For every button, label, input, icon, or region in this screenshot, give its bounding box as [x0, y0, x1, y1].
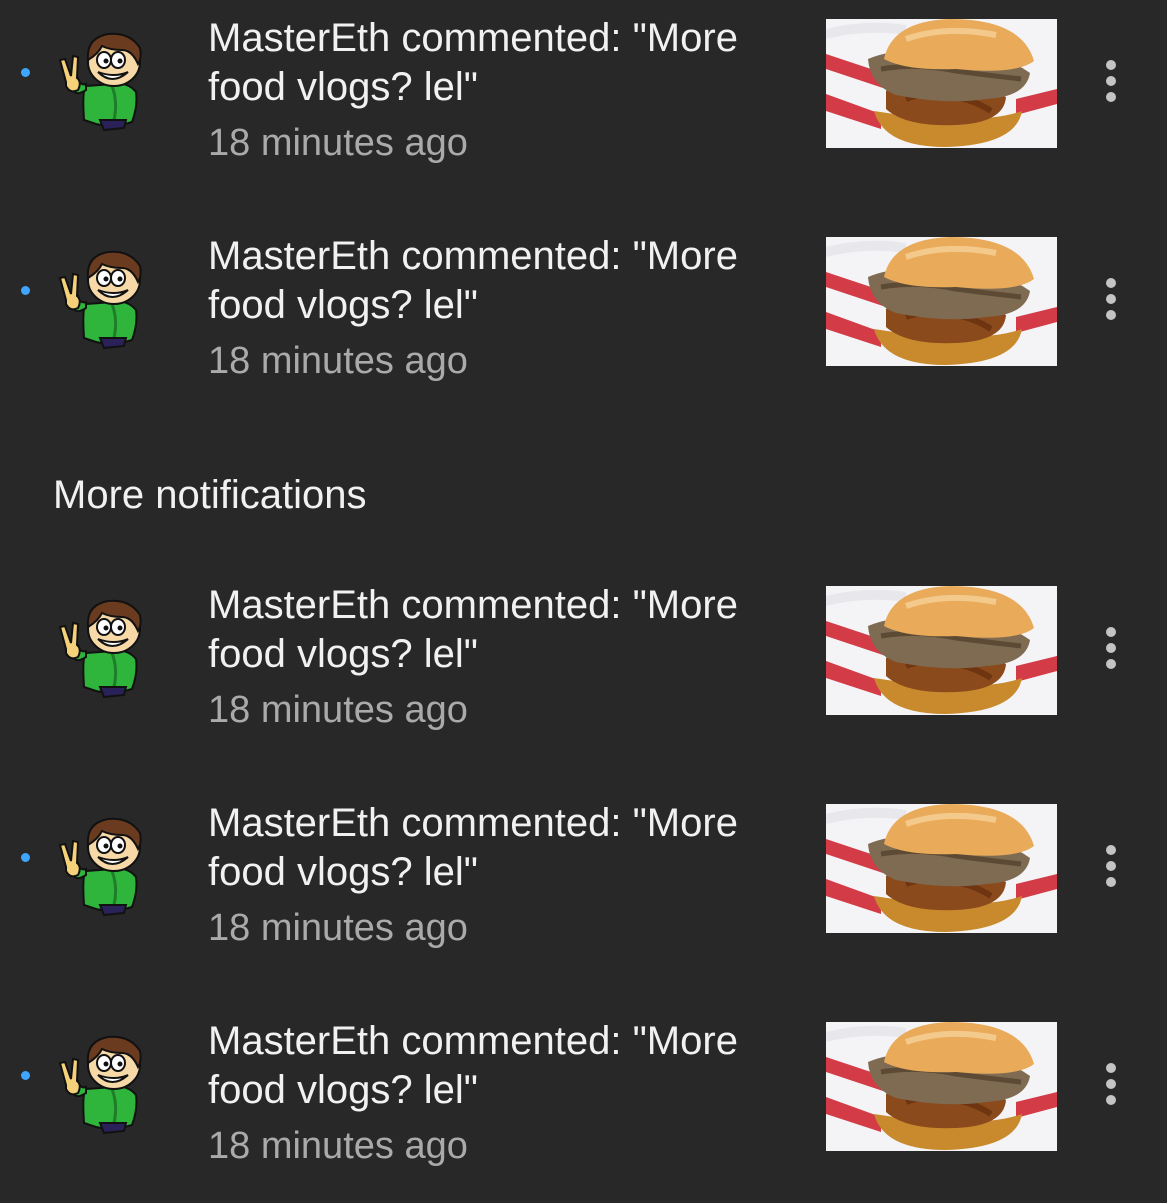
- notification-text: MasterEth commented: "More food vlogs? l…: [208, 232, 808, 384]
- notification-text: MasterEth commented: "More food vlogs? l…: [208, 581, 808, 733]
- comment-line-2: food vlogs? lel": [208, 65, 478, 109]
- comment-line-1: MasterEth commented: "More: [208, 16, 738, 60]
- more-vertical-icon[interactable]: [1100, 845, 1122, 895]
- notification-item[interactable]: MasterEth commented: "More food vlogs? l…: [0, 0, 1167, 200]
- notification-text: MasterEth commented: "More food vlogs? l…: [208, 799, 808, 951]
- unread-indicator: [21, 68, 30, 77]
- cartoon-avatar-icon[interactable]: [52, 587, 148, 699]
- sandwich-thumbnail[interactable]: [826, 237, 1057, 366]
- notification-text: MasterEth commented: "More food vlogs? l…: [208, 14, 808, 166]
- cartoon-avatar-icon[interactable]: [52, 1023, 148, 1135]
- comment-line-1: MasterEth commented: "More: [208, 801, 738, 845]
- notification-item[interactable]: MasterEth commented: "More food vlogs? l…: [0, 1003, 1167, 1203]
- sandwich-thumbnail[interactable]: [826, 804, 1057, 933]
- unread-indicator: [21, 853, 30, 862]
- notification-text: MasterEth commented: "More food vlogs? l…: [208, 1017, 808, 1169]
- unread-indicator: [21, 286, 30, 295]
- more-vertical-icon[interactable]: [1100, 278, 1122, 328]
- cartoon-avatar-icon[interactable]: [52, 238, 148, 350]
- comment-line-2: food vlogs? lel": [208, 632, 478, 676]
- cartoon-avatar-icon[interactable]: [52, 20, 148, 132]
- comment-line-1: MasterEth commented: "More: [208, 583, 738, 627]
- comment-line-2: food vlogs? lel": [208, 283, 478, 327]
- timestamp: 18 minutes ago: [208, 122, 468, 164]
- timestamp: 18 minutes ago: [208, 907, 468, 949]
- section-title: More notifications: [53, 473, 367, 517]
- more-vertical-icon[interactable]: [1100, 627, 1122, 677]
- sandwich-thumbnail[interactable]: [826, 586, 1057, 715]
- more-vertical-icon[interactable]: [1100, 60, 1122, 110]
- timestamp: 18 minutes ago: [208, 1125, 468, 1167]
- notification-item[interactable]: MasterEth commented: "More food vlogs? l…: [0, 567, 1167, 767]
- comment-line-2: food vlogs? lel": [208, 850, 478, 894]
- comment-line-1: MasterEth commented: "More: [208, 234, 738, 278]
- notification-item[interactable]: MasterEth commented: "More food vlogs? l…: [0, 785, 1167, 985]
- sandwich-thumbnail[interactable]: [826, 1022, 1057, 1151]
- notification-item[interactable]: MasterEth commented: "More food vlogs? l…: [0, 218, 1167, 418]
- cartoon-avatar-icon[interactable]: [52, 805, 148, 917]
- comment-line-2: food vlogs? lel": [208, 1068, 478, 1112]
- unread-indicator: [21, 1071, 30, 1080]
- sandwich-thumbnail[interactable]: [826, 19, 1057, 148]
- comment-line-1: MasterEth commented: "More: [208, 1019, 738, 1063]
- timestamp: 18 minutes ago: [208, 689, 468, 731]
- timestamp: 18 minutes ago: [208, 340, 468, 382]
- more-vertical-icon[interactable]: [1100, 1063, 1122, 1113]
